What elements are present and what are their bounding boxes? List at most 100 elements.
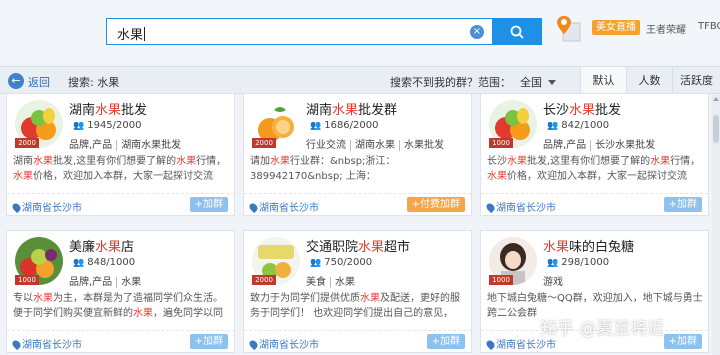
description-text: 批发,这里有你们想要了解的 (527, 156, 651, 167)
scroll-up-icon[interactable] (713, 97, 719, 101)
location-pin-icon (10, 338, 23, 351)
group-tags: 游戏 (543, 277, 563, 288)
description-text: 专以 (13, 293, 33, 304)
group-location: 湖南省长沙市 (10, 336, 82, 351)
members-icon: 👥 (310, 121, 322, 131)
group-description: 长沙水果批发,这里有你们想要了解的水果行情，水果价格，欢迎加入本群，大家一起探讨… (487, 154, 705, 184)
group-name[interactable]: 交通职院水果超市 (306, 236, 410, 255)
group-location: 湖南省长沙市 (247, 199, 319, 214)
group-tags: 行业交流 湖南水果 水果批发 (306, 140, 444, 151)
keyword-highlight: 水果 (270, 156, 290, 167)
group-description: 湖南水果批发,这里有你们想要了解的水果行情，水果价格，欢迎加入本群，大家一起探讨… (13, 154, 231, 184)
not-found-link[interactable]: 搜索不到我的群？ (390, 74, 478, 90)
members-icon: 👥 (547, 121, 559, 131)
group-name[interactable]: 水果味的白兔糖 (543, 236, 634, 255)
members-icon: 👥 (310, 258, 322, 268)
card-footer: 湖南省长沙市 +加群 (244, 330, 471, 352)
group-description: 请加水果行业群：&nbsp;浙江：389942170&nbsp; 上海：5541… (250, 154, 468, 184)
group-card[interactable]: 2000 交通职院水果超市 👥 750/2000 美食 水果 致力于为同学们提供优质… (243, 230, 472, 353)
capacity-badge: 1000 (15, 275, 39, 285)
range-value: 全国 (520, 76, 542, 89)
keyword-highlight: 水果 (33, 156, 53, 167)
group-tags: 品牌,产品 湖南水果批发 (69, 140, 182, 151)
map-location-icon[interactable] (556, 14, 582, 44)
location-pin-icon (247, 338, 260, 351)
location-pin-icon (484, 201, 497, 214)
group-location: 湖南省长沙市 (484, 199, 556, 214)
filter-bar: ← 返回 搜索: 水果 搜索不到我的群？ 范围： 全国 默认 人数 活跃度 (0, 66, 720, 94)
group-name[interactable]: 湖南水果批发群 (306, 99, 397, 118)
capacity-badge: 1000 (489, 138, 513, 148)
description-text: 行情， (670, 156, 701, 167)
search-button[interactable] (492, 18, 542, 45)
beauty-live-badge[interactable]: 美女直播 (592, 20, 640, 35)
members-icon: 👥 (73, 121, 85, 131)
description-text: 批发,这里有你们想要了解的 (53, 156, 177, 167)
card-footer: 湖南省长沙市 +加群 (7, 330, 234, 352)
tab-default[interactable]: 默认 (580, 67, 626, 94)
location-pin-icon (484, 338, 497, 351)
back-arrow-icon: ← (8, 73, 24, 89)
search-icon (510, 25, 524, 39)
group-name[interactable]: 湖南水果批发 (69, 99, 147, 118)
back-label: 返回 (28, 76, 50, 89)
location-pin-icon (10, 201, 23, 214)
group-card[interactable]: 1000 长沙水果批发 👥 842/1000 品牌,产品 长沙水果批发 长沙水果批发… (480, 93, 709, 216)
breadcrumb: 搜索: 水果 (68, 76, 120, 89)
members-icon: 👥 (73, 258, 85, 268)
keyword-highlight: 水果 (507, 156, 527, 167)
join-group-button[interactable]: +加群 (426, 334, 465, 349)
group-name[interactable]: 长沙水果批发 (543, 99, 621, 118)
keyword-highlight: 水果 (13, 171, 33, 182)
join-group-button[interactable]: +加群 (663, 334, 702, 349)
description-text: 致力于为同学们提供优质 (250, 293, 360, 304)
group-card[interactable]: 2000 湖南水果批发群 👥 1686/2000 行业交流 湖南水果 水果批发 请加水… (243, 93, 472, 216)
group-name[interactable]: 美廉水果店 (69, 236, 134, 255)
group-tags: 美食 水果 (306, 277, 355, 288)
join-group-button[interactable]: +加群 (189, 334, 228, 349)
link-tfboys[interactable]: TFBO (698, 21, 720, 32)
range-select[interactable]: 全国 (520, 74, 556, 90)
group-location: 湖南省长沙市 (247, 336, 319, 351)
scrollbar-thumb[interactable] (713, 115, 719, 143)
member-count: 👥 1686/2000 (310, 120, 379, 131)
keyword-highlight: 水果 (360, 293, 380, 304)
search-input[interactable]: 水果 × (106, 18, 492, 45)
member-count: 👥 298/1000 (547, 257, 610, 268)
paid-join-button[interactable]: +付费加群 (406, 197, 465, 212)
group-location: 湖南省长沙市 (10, 199, 82, 214)
link-game[interactable]: 王者荣耀 (646, 21, 686, 36)
group-card[interactable]: 2000 湖南水果批发 👥 1945/2000 品牌,产品 湖南水果批发 湖南水果批… (6, 93, 235, 216)
description-text: 长沙 (487, 156, 507, 167)
clear-icon[interactable]: × (470, 25, 484, 39)
chevron-down-icon (548, 80, 556, 85)
card-footer: 湖南省长沙市 +加群 (481, 193, 708, 215)
description-text: 请加 (250, 156, 270, 167)
tab-activity[interactable]: 活跃度 (672, 67, 720, 94)
group-card[interactable]: 1000 美廉水果店 👥 848/1000 品牌,产品 水果 专以水果为主，本群是为… (6, 230, 235, 353)
keyword-highlight: 水果 (133, 308, 153, 319)
scrollbar[interactable] (712, 95, 720, 355)
description-text: 行情， (196, 156, 227, 167)
keyword-highlight: 水果 (33, 293, 53, 304)
group-tags: 品牌,产品 水果 (69, 277, 142, 288)
group-tags: 品牌,产品 长沙水果批发 (543, 140, 656, 151)
watermark: 知乎 @夏至将近 (540, 319, 665, 339)
capacity-badge: 2000 (252, 138, 276, 148)
capacity-badge: 2000 (252, 275, 276, 285)
members-icon: 👥 (547, 258, 559, 268)
join-group-button[interactable]: +加群 (663, 197, 702, 212)
join-group-button[interactable]: +加群 (189, 197, 228, 212)
group-description: 专以水果为主，本群是为了造福同学们众生活。便于同学们购买便宜新鲜的水果，遍免同学… (13, 291, 231, 321)
description-text: 湖南 (13, 156, 33, 167)
keyword-highlight: 水果 (487, 171, 507, 182)
tab-members[interactable]: 人数 (626, 67, 672, 94)
member-count: 👥 842/1000 (547, 120, 610, 131)
search-input-value: 水果 (117, 27, 146, 43)
member-count: 👥 750/2000 (310, 257, 373, 268)
description-text: 价格，欢迎加入本群，大家一起探讨交流 (33, 171, 213, 182)
card-footer: 湖南省长沙市 +加群 (7, 193, 234, 215)
description-text: 价格，欢迎加入本群，大家一起探讨交流 (507, 171, 687, 182)
location-pin-icon (247, 201, 260, 214)
search-header: 水果 × 美女直播 王者荣耀 TFBO (0, 0, 720, 64)
